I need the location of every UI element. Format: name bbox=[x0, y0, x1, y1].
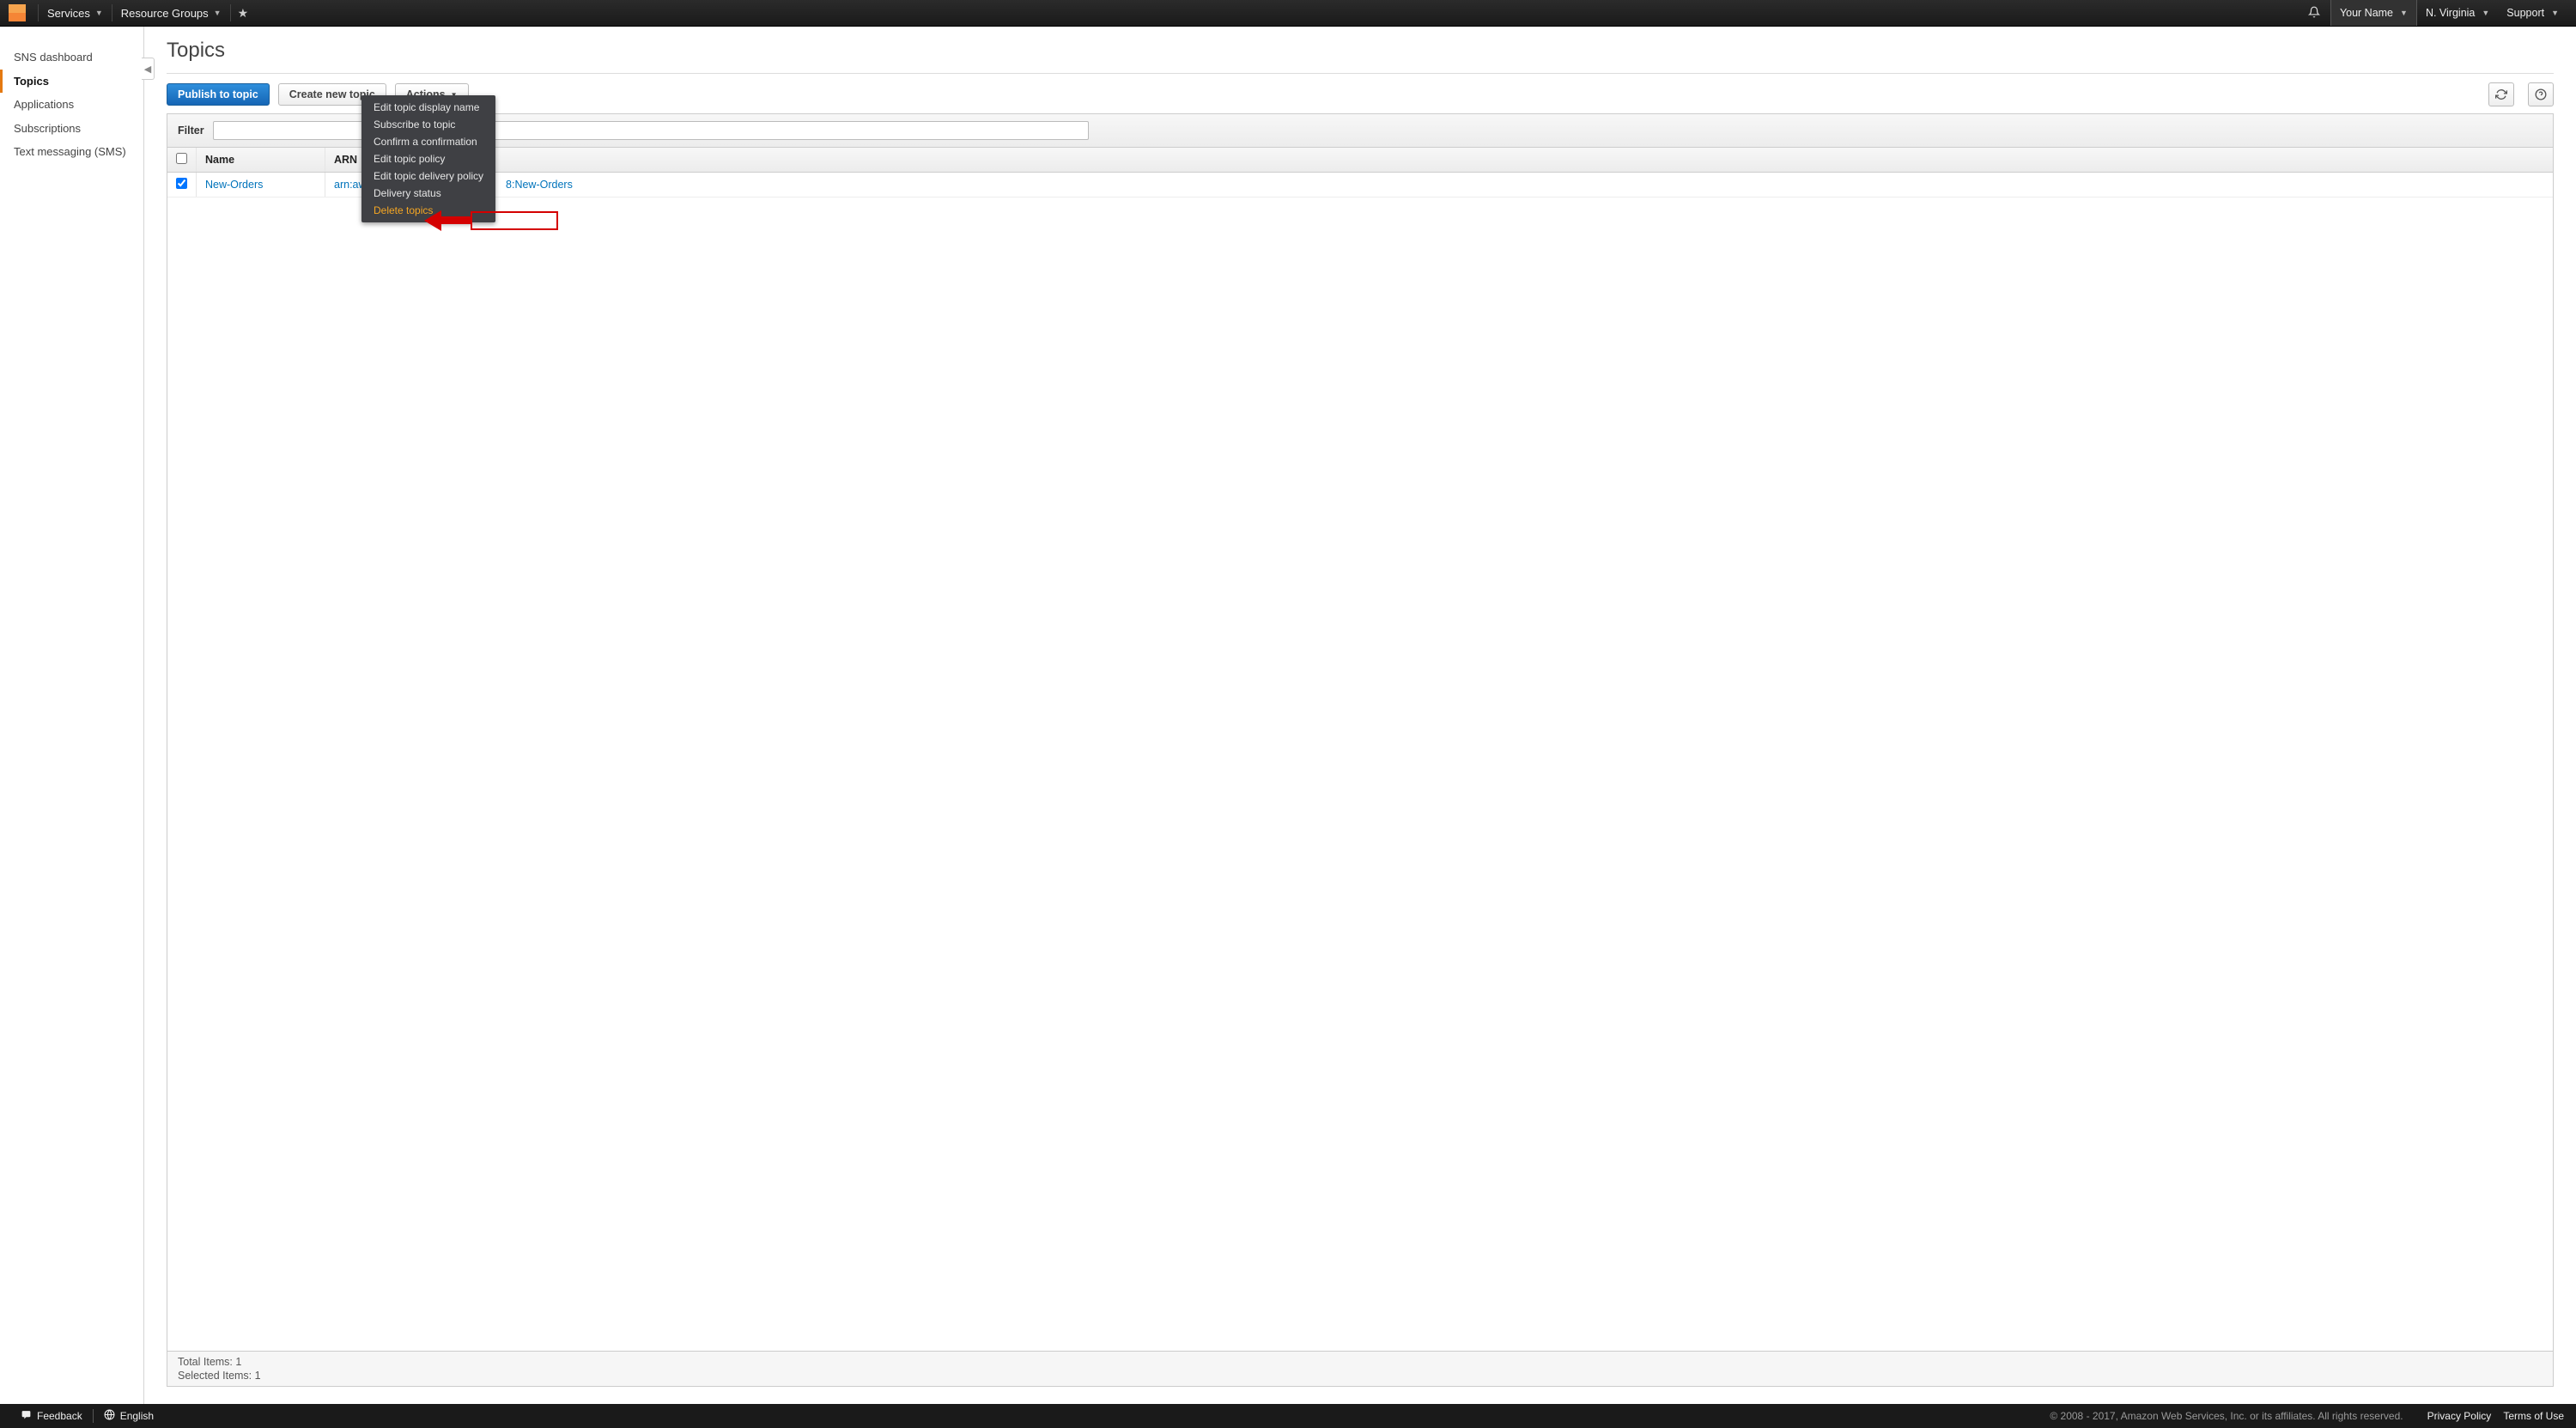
divider bbox=[93, 1409, 94, 1423]
selected-items: Selected Items: 1 bbox=[178, 1369, 2543, 1382]
filter-input[interactable] bbox=[213, 121, 1089, 140]
page-title: Topics bbox=[167, 39, 2554, 63]
total-value: 1 bbox=[235, 1356, 241, 1368]
action-edit-display-name[interactable]: Edit topic display name bbox=[361, 99, 495, 116]
selected-label: Selected Items: bbox=[178, 1370, 252, 1382]
filter-bar: Filter bbox=[167, 114, 2553, 148]
caret-down-icon: ▼ bbox=[95, 9, 103, 17]
col-name[interactable]: Name bbox=[197, 148, 325, 173]
main-content: Topics Publish to topic Create new topic… bbox=[144, 27, 2576, 1404]
selected-value: 1 bbox=[255, 1370, 261, 1382]
select-all-header bbox=[167, 148, 197, 173]
services-label: Services bbox=[47, 7, 90, 20]
sidebar-item-subscriptions[interactable]: Subscriptions bbox=[0, 117, 143, 141]
caret-down-icon: ▼ bbox=[214, 9, 222, 17]
row-arn-cell: arn:awsxxxxxxxxxxxxxxxxxxxxxxxxx8:New-Or… bbox=[325, 173, 2554, 197]
account-menu[interactable]: Your Name ▼ bbox=[2330, 0, 2417, 26]
total-items: Total Items: 1 bbox=[178, 1355, 2543, 1369]
sidebar-item-sns-dashboard[interactable]: SNS dashboard bbox=[0, 46, 143, 70]
help-button[interactable] bbox=[2528, 82, 2554, 106]
footer: Feedback English © 2008 - 2017, Amazon W… bbox=[0, 1404, 2576, 1428]
refresh-button[interactable] bbox=[2488, 82, 2514, 106]
resource-groups-menu[interactable]: Resource Groups ▼ bbox=[112, 0, 230, 26]
terms-of-use-link[interactable]: Terms of Use bbox=[2503, 1410, 2564, 1422]
top-nav: Services ▼ Resource Groups ▼ ★ Your Name… bbox=[0, 0, 2576, 27]
globe-icon bbox=[104, 1409, 115, 1423]
divider bbox=[167, 73, 2554, 74]
total-label: Total Items: bbox=[178, 1356, 233, 1368]
table-header-row: Name ARN bbox=[167, 148, 2553, 173]
account-controls: Your Name ▼ N. Virginia ▼ Support ▼ bbox=[2330, 0, 2567, 26]
action-delete-topics[interactable]: Delete topics bbox=[361, 202, 495, 219]
table-row[interactable]: New-Orders arn:awsxxxxxxxxxxxxxxxxxxxxxx… bbox=[167, 173, 2553, 197]
speech-bubble-icon bbox=[21, 1409, 32, 1423]
feedback-link[interactable]: Feedback bbox=[12, 1409, 91, 1423]
language-selector[interactable]: English bbox=[95, 1409, 162, 1423]
privacy-policy-link[interactable]: Privacy Policy bbox=[2427, 1410, 2492, 1422]
action-confirm-confirmation[interactable]: Confirm a confirmation bbox=[361, 133, 495, 150]
resource-groups-label: Resource Groups bbox=[121, 7, 209, 20]
pin-icon[interactable]: ★ bbox=[231, 6, 256, 21]
refresh-icon bbox=[2495, 88, 2507, 100]
publish-to-topic-button[interactable]: Publish to topic bbox=[167, 83, 270, 106]
filter-label: Filter bbox=[178, 125, 204, 137]
caret-down-icon: ▼ bbox=[2482, 9, 2489, 17]
support-menu[interactable]: Support ▼ bbox=[2498, 0, 2567, 26]
copyright: © 2008 - 2017, Amazon Web Services, Inc.… bbox=[2050, 1410, 2403, 1422]
sidebar: SNS dashboard Topics Applications Subscr… bbox=[0, 27, 144, 1404]
caret-down-icon: ▼ bbox=[2551, 9, 2559, 17]
sidebar-item-topics[interactable]: Topics bbox=[0, 70, 143, 94]
help-icon bbox=[2535, 88, 2547, 100]
action-edit-delivery-policy[interactable]: Edit topic delivery policy bbox=[361, 167, 495, 185]
status-bar: Total Items: 1 Selected Items: 1 bbox=[167, 1351, 2553, 1386]
region-menu[interactable]: N. Virginia ▼ bbox=[2417, 0, 2498, 26]
feedback-label: Feedback bbox=[37, 1410, 82, 1422]
actions-menu: Edit topic display name Subscribe to top… bbox=[361, 95, 495, 222]
action-subscribe-to-topic[interactable]: Subscribe to topic bbox=[361, 116, 495, 133]
select-all-checkbox[interactable] bbox=[176, 153, 187, 164]
arn-right: 8:New-Orders bbox=[506, 179, 573, 191]
row-checkbox[interactable] bbox=[176, 178, 187, 189]
topics-table: Name ARN New-Orders bbox=[167, 148, 2553, 197]
toolbar: Publish to topic Create new topic Action… bbox=[167, 82, 2554, 106]
topic-name-link[interactable]: New-Orders bbox=[205, 179, 263, 191]
account-name: Your Name bbox=[2340, 7, 2393, 19]
language-label: English bbox=[120, 1410, 154, 1422]
aws-logo-icon[interactable] bbox=[9, 4, 26, 21]
col-arn[interactable]: ARN bbox=[325, 148, 2554, 173]
topics-panel: Filter Name ARN bbox=[167, 113, 2554, 1387]
services-menu[interactable]: Services ▼ bbox=[39, 0, 112, 26]
row-name-cell: New-Orders bbox=[197, 173, 325, 197]
sidebar-item-text-messaging[interactable]: Text messaging (SMS) bbox=[0, 140, 143, 164]
support-label: Support bbox=[2506, 7, 2544, 19]
action-edit-topic-policy[interactable]: Edit topic policy bbox=[361, 150, 495, 167]
action-delivery-status[interactable]: Delivery status bbox=[361, 185, 495, 202]
sidebar-item-applications[interactable]: Applications bbox=[0, 93, 143, 117]
caret-down-icon: ▼ bbox=[2400, 9, 2408, 17]
notifications-bell-icon[interactable] bbox=[2298, 6, 2330, 21]
region-label: N. Virginia bbox=[2426, 7, 2475, 19]
row-checkbox-cell bbox=[167, 173, 197, 197]
